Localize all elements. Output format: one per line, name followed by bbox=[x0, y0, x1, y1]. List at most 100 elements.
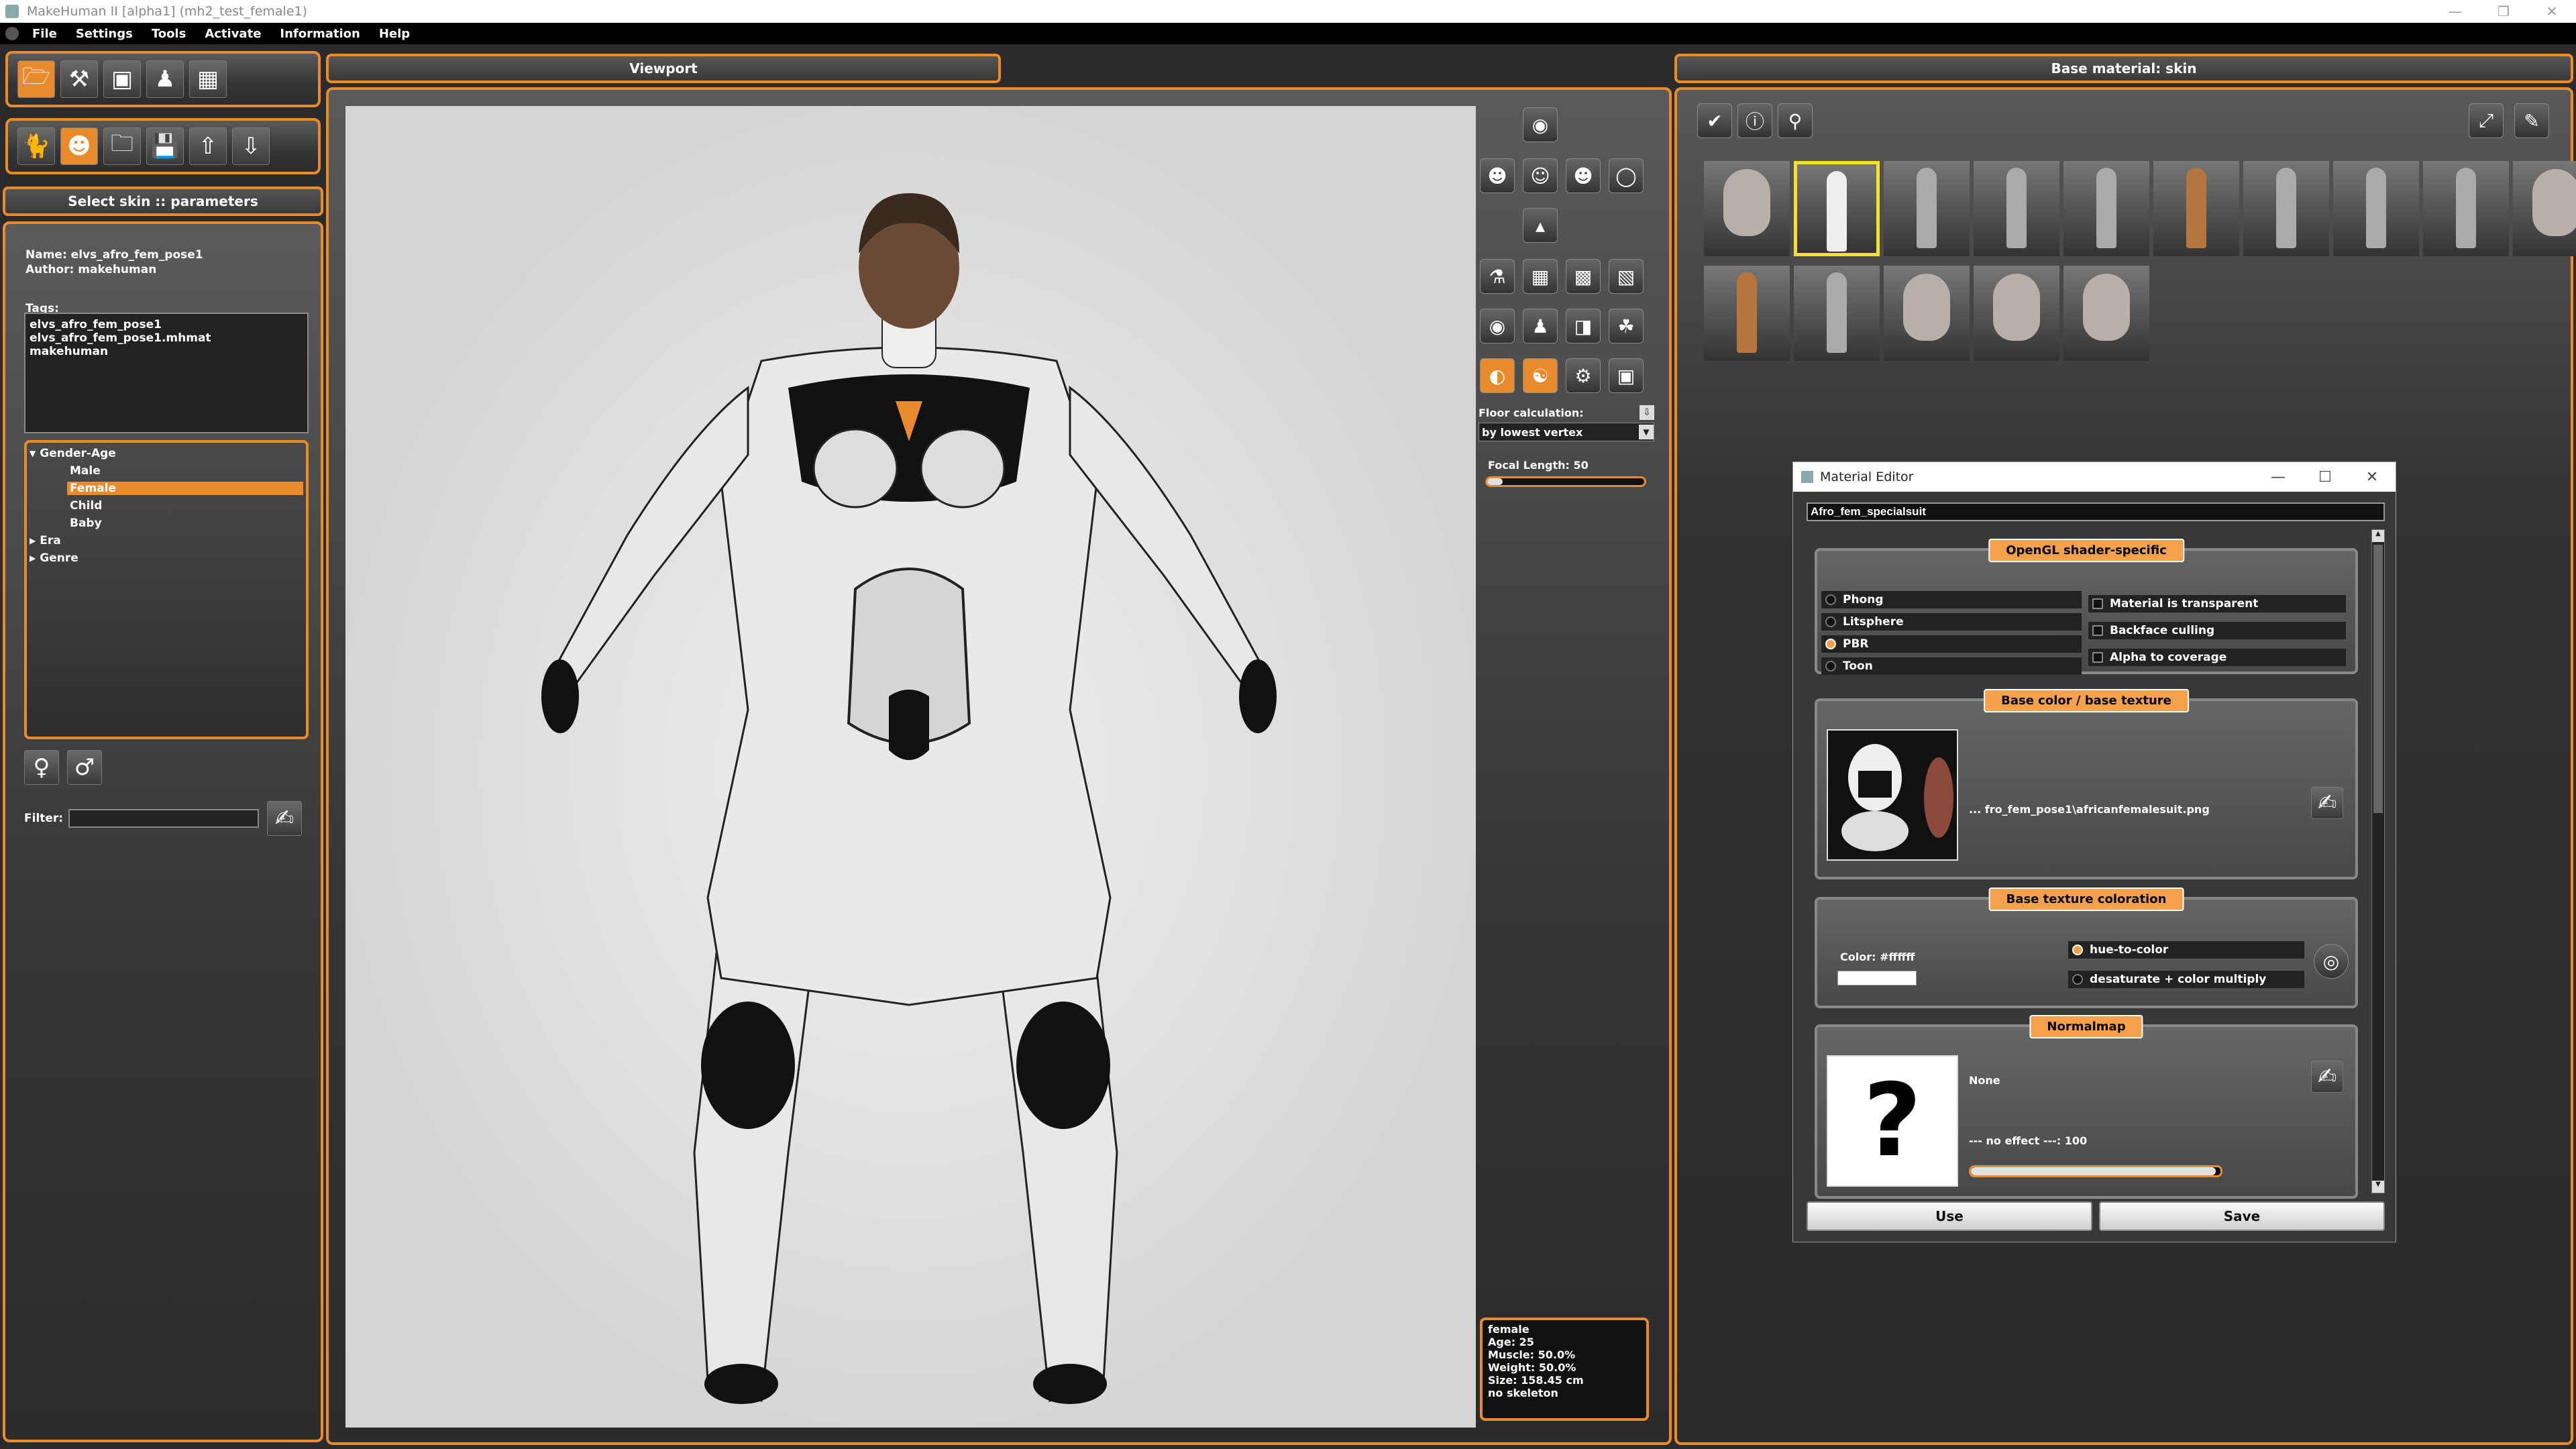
skin-thumbnail[interactable] bbox=[2423, 161, 2509, 256]
visibility-button[interactable]: ◉ bbox=[1480, 309, 1515, 343]
skin-thumbnail[interactable] bbox=[1794, 266, 1880, 361]
figure-button[interactable]: ♟ bbox=[1523, 309, 1558, 343]
import-button[interactable]: ⇩ bbox=[232, 127, 270, 165]
base-mesh-button[interactable]: 🐈 bbox=[17, 127, 55, 165]
save-button[interactable]: Save bbox=[2099, 1201, 2385, 1231]
skin-thumbnail[interactable] bbox=[2243, 161, 2329, 256]
color-picker-button[interactable]: ◎ bbox=[2314, 944, 2349, 979]
menu-activate[interactable]: Activate bbox=[205, 27, 261, 41]
maximize-button[interactable]: ❐ bbox=[2479, 0, 2528, 23]
pose-tool-button[interactable]: ♟ bbox=[146, 60, 184, 98]
shader-toon[interactable]: Toon bbox=[1821, 657, 2082, 675]
equipment-tool-button[interactable]: ▣ bbox=[103, 60, 141, 98]
lighting-button[interactable]: ◐ bbox=[1480, 358, 1515, 393]
skin-thumbnail[interactable] bbox=[2513, 161, 2576, 256]
tree-node-era[interactable]: ▶ Era bbox=[30, 534, 303, 547]
skin-thumbnail[interactable] bbox=[1794, 161, 1880, 256]
skin-button[interactable]: ☻ bbox=[60, 127, 98, 165]
dialog-minimize-button[interactable]: — bbox=[2255, 462, 2302, 492]
screenshot-button[interactable]: ▣ bbox=[1609, 358, 1644, 393]
material-name-input[interactable] bbox=[1807, 502, 2385, 521]
minimize-button[interactable]: — bbox=[2431, 0, 2479, 23]
skin-thumbnail[interactable] bbox=[2333, 161, 2419, 256]
menu-settings[interactable]: Settings bbox=[76, 27, 133, 41]
skeleton-button[interactable]: ⚗ bbox=[1480, 259, 1515, 294]
scrollbar-thumb[interactable] bbox=[2373, 545, 2383, 813]
skin-thumbnail[interactable] bbox=[1884, 266, 1970, 361]
skin-thumbnail[interactable] bbox=[2153, 161, 2239, 256]
skin-thumbnail[interactable] bbox=[2063, 161, 2149, 256]
floor-grid-button[interactable]: ▧ bbox=[1609, 259, 1644, 294]
download-arrow-icon[interactable]: ⇩ bbox=[1640, 405, 1654, 420]
export-button[interactable]: ⇧ bbox=[189, 127, 227, 165]
view-left-button[interactable]: ☻ bbox=[1480, 158, 1515, 193]
fullscreen-button[interactable]: ⤢ bbox=[2469, 103, 2504, 138]
settings-button[interactable]: ⚙ bbox=[1566, 358, 1601, 393]
scroll-down-icon[interactable]: ▼ bbox=[2372, 1181, 2384, 1193]
tree-node-female[interactable]: Female bbox=[67, 482, 303, 495]
tree-node-baby[interactable]: Baby bbox=[30, 517, 303, 530]
dialog-maximize-button[interactable]: ☐ bbox=[2302, 462, 2349, 492]
dialog-close-button[interactable]: ✕ bbox=[2349, 462, 2396, 492]
tree-node-child[interactable]: Child bbox=[30, 499, 303, 513]
menu-tools[interactable]: Tools bbox=[152, 27, 186, 41]
tree-node-male[interactable]: Male bbox=[30, 464, 303, 478]
flag-transparent[interactable]: Material is transparent bbox=[2088, 595, 2346, 612]
info-button[interactable]: ⓘ bbox=[1737, 103, 1772, 138]
female-filter-button[interactable]: ♀ bbox=[24, 750, 59, 785]
render-tool-button[interactable]: ▦ bbox=[189, 60, 227, 98]
environment-button[interactable]: ☯ bbox=[1523, 358, 1558, 393]
skin-thumbnail[interactable] bbox=[2063, 266, 2149, 361]
filter-input[interactable] bbox=[68, 809, 259, 828]
shader-pbr[interactable]: PBR bbox=[1821, 635, 2082, 653]
clear-texture-button[interactable]: ✍ bbox=[2311, 787, 2343, 819]
tags-list[interactable]: elvs_afro_fem_pose1 elvs_afro_fem_pose1.… bbox=[24, 313, 309, 433]
files-tool-button[interactable]: 🗁 bbox=[17, 60, 55, 98]
grid-button[interactable]: ▦ bbox=[1523, 259, 1558, 294]
skin-thumbnail[interactable] bbox=[1704, 266, 1790, 361]
floor-calc-select[interactable]: by lowest vertex ▼ bbox=[1479, 423, 1654, 441]
tree-node-genre[interactable]: ▶ Genre bbox=[30, 551, 303, 565]
skin-thumbnail-grid bbox=[1704, 161, 2576, 362]
flag-backface-culling[interactable]: Backface culling bbox=[2088, 622, 2346, 639]
save-file-button[interactable]: 💾 bbox=[146, 127, 184, 165]
app-menu-icon[interactable] bbox=[5, 27, 19, 40]
tree-node-gender-age[interactable]: ▼ Gender-Age bbox=[30, 447, 303, 460]
shader-litsphere[interactable]: Litsphere bbox=[1821, 613, 2082, 631]
menu-file[interactable]: File bbox=[32, 27, 57, 41]
scrollbar[interactable]: ▲ ▼ bbox=[2371, 529, 2385, 1193]
focal-length-slider[interactable] bbox=[1485, 476, 1646, 487]
pose-view-button[interactable]: ☘ bbox=[1609, 309, 1644, 343]
clear-filter-button[interactable]: ✍ bbox=[267, 801, 302, 836]
view-right-button[interactable]: ☻ bbox=[1566, 158, 1601, 193]
mode-desaturate[interactable]: desaturate + color multiply bbox=[2068, 971, 2304, 988]
view-back-button[interactable]: ◯ bbox=[1609, 158, 1644, 193]
clear-normalmap-button[interactable]: ✍ bbox=[2311, 1061, 2343, 1093]
mode-hue-to-color[interactable]: hue-to-color bbox=[2068, 941, 2304, 959]
color-swatch[interactable] bbox=[1837, 971, 1917, 985]
skin-thumbnail[interactable] bbox=[1884, 161, 1970, 256]
male-filter-button[interactable]: ♂ bbox=[67, 750, 102, 785]
menu-help[interactable]: Help bbox=[379, 27, 410, 41]
wireframe-button[interactable]: ◨ bbox=[1566, 309, 1601, 343]
apply-button[interactable]: ✔ bbox=[1697, 103, 1732, 138]
skin-thumbnail[interactable] bbox=[1704, 161, 1790, 256]
zoom-thumbnail-button[interactable]: ⚲ bbox=[1778, 103, 1813, 138]
load-button[interactable]: 🗀 bbox=[103, 127, 141, 165]
camera-reset-button[interactable]: ◉ bbox=[1523, 107, 1558, 142]
menu-information[interactable]: Information bbox=[280, 27, 360, 41]
normalmap-slider[interactable] bbox=[1969, 1165, 2222, 1177]
wall-grid-button[interactable]: ▩ bbox=[1566, 259, 1601, 294]
scroll-up-icon[interactable]: ▲ bbox=[2372, 530, 2384, 542]
shader-phong[interactable]: Phong bbox=[1821, 591, 2082, 608]
use-button[interactable]: Use bbox=[1807, 1201, 2092, 1231]
skin-thumbnail[interactable] bbox=[1974, 266, 2059, 361]
flag-alpha-to-coverage[interactable]: Alpha to coverage bbox=[2088, 649, 2346, 666]
close-button[interactable]: ✕ bbox=[2528, 0, 2576, 23]
view-front-button[interactable]: ☺ bbox=[1523, 158, 1558, 193]
modelling-tool-button[interactable]: ⚒ bbox=[60, 60, 98, 98]
3d-viewport[interactable] bbox=[345, 106, 1476, 1428]
view-bottom-button[interactable]: ▴ bbox=[1523, 208, 1558, 243]
material-editor-button[interactable]: ✎ bbox=[2514, 103, 2549, 138]
skin-thumbnail[interactable] bbox=[1974, 161, 2059, 256]
